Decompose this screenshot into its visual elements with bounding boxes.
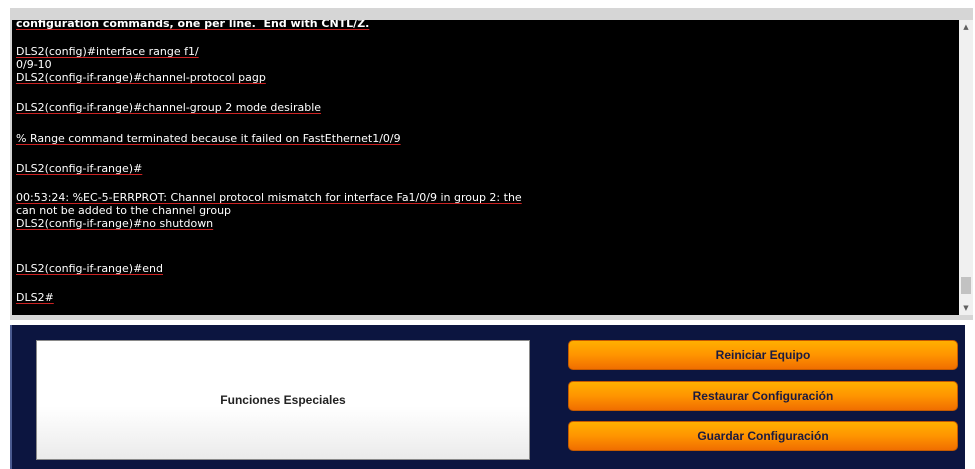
terminal-line: DLS2(config-if-range)#channel-group 2 mo… — [16, 101, 322, 114]
restore-config-button[interactable]: Restaurar Configuración — [568, 381, 958, 411]
terminal-line: DLS2(config-if-range)#end — [16, 262, 164, 275]
cli-terminal[interactable]: configuration commands, one per line. En… — [12, 20, 959, 315]
save-config-button[interactable]: Guardar Configuración — [568, 421, 958, 451]
terminal-line: DLS2(config)#interface range f1/ — [16, 45, 199, 58]
terminal-line: DLS2(config-if-range)#channel-protocol p… — [16, 71, 266, 84]
terminal-prompt: DLS2# — [16, 291, 54, 304]
scroll-thumb[interactable] — [961, 277, 971, 294]
special-functions-label: Funciones Especiales — [220, 393, 346, 407]
terminal-line: 00:53:24: %EC-5-ERRPROT: Channel protoco… — [16, 191, 522, 204]
terminal-line: 0/9-10 — [16, 58, 52, 71]
app-window: configuration commands, one per line. En… — [0, 0, 975, 469]
terminal-scrollbar[interactable]: ▲ ▼ — [959, 20, 973, 315]
terminal-line: DLS2(config-if-range)# — [16, 162, 143, 175]
scroll-down-icon[interactable]: ▼ — [959, 301, 973, 315]
terminal-line: DLS2(config-if-range)#no shutdown — [16, 217, 214, 230]
terminal-line: can not be added to the channel group — [16, 204, 232, 217]
scroll-up-icon[interactable]: ▲ — [959, 20, 973, 34]
panel-edge — [965, 325, 975, 469]
special-functions-box[interactable]: Funciones Especiales — [36, 340, 530, 460]
terminal-line: configuration commands, one per line. En… — [16, 20, 370, 30]
restart-device-button[interactable]: Reiniciar Equipo — [568, 340, 958, 370]
terminal-line: % Range command terminated because it fa… — [16, 132, 401, 145]
